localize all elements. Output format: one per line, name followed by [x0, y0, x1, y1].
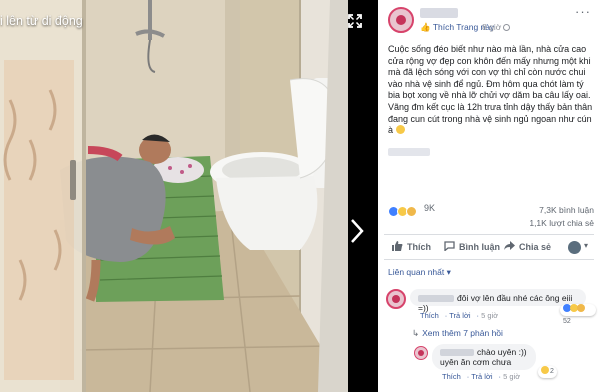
comment-reactions[interactable]: 52 [560, 304, 596, 325]
post-header: 👍 Thích Trang này 8 giờ ··· [378, 0, 600, 40]
post-panel: 👍 Thích Trang này 8 giờ ··· Cuộc sống đé… [378, 0, 600, 392]
comment-reply-link[interactable]: Trả lời [449, 311, 470, 320]
caption-text: Cuộc sống đéo biết như nào mà lần, nhà c… [388, 44, 593, 136]
comment-icon [444, 241, 455, 251]
page-name-blurred[interactable] [420, 8, 458, 18]
like-button[interactable]: Thích [392, 241, 431, 252]
comment-button[interactable]: Bình luận [444, 241, 500, 252]
shares-count[interactable]: 1,1K lượt chia sẻ [529, 218, 594, 228]
comment-reaction-count: 52 [563, 318, 571, 325]
post-stats: 9K 7,3K bình luận 1,1K lượt chia sẻ [388, 203, 594, 229]
comments-count[interactable]: 7,3K bình luận [539, 205, 594, 215]
haha-reaction-icon [541, 366, 549, 374]
view-more-replies-link[interactable]: ↳ Xem thêm 7 phản hồi [412, 328, 503, 339]
post-timestamp[interactable]: 8 giờ [482, 22, 511, 32]
chevron-down-icon[interactable]: ▾ [584, 241, 588, 250]
more-options-icon[interactable]: ··· [575, 4, 591, 19]
comment-like-link[interactable]: Thích [420, 311, 439, 320]
comment-time[interactable]: 5 giờ [481, 311, 498, 320]
commenter-name-blurred[interactable] [418, 295, 454, 302]
comment-button-label: Bình luận [459, 242, 500, 252]
caption-blurred-text [388, 148, 430, 156]
comment-sort-dropdown[interactable]: Liên quan nhất ▾ [388, 267, 451, 278]
reactions-count[interactable]: 9K [424, 203, 435, 213]
share-button[interactable]: Chia sẻ [504, 241, 551, 252]
album-label: i lên từ di động [0, 14, 83, 28]
sad-reaction-icon [577, 304, 585, 312]
comment-bubble: đôi vợ lên đầu nhé các ông eiii =)) [410, 289, 586, 313]
user-avatar[interactable] [568, 241, 581, 254]
reply-meta: Thích · Trả lời · 5 giờ [442, 372, 521, 381]
page-avatar[interactable] [388, 7, 414, 33]
share-icon [504, 241, 515, 250]
reply-like-link[interactable]: Thích [442, 372, 461, 381]
globe-icon [503, 24, 511, 31]
post-caption: Cuộc sống đéo biết như nào mà lần, nhà c… [388, 44, 594, 137]
post-photo[interactable] [0, 0, 348, 392]
comment-meta: Thích · Trả lời · 5 giờ [420, 311, 499, 320]
reaction-icons[interactable] [388, 203, 417, 218]
commenter-avatar[interactable] [386, 289, 406, 309]
chevron-right-icon[interactable] [350, 218, 364, 244]
reply-reactions[interactable]: 2 [538, 366, 557, 378]
replier-name-blurred[interactable] [440, 349, 474, 356]
share-button-label: Chia sẻ [519, 242, 552, 252]
expand-icon[interactable] [348, 14, 362, 28]
view-more-replies-label: Xem thêm 7 phản hồi [422, 328, 503, 338]
reply-reply-link[interactable]: Trả lời [471, 372, 492, 381]
sad-reaction-icon [406, 206, 417, 218]
thumbs-up-icon [392, 241, 403, 251]
replier-avatar[interactable] [414, 346, 428, 360]
post-actions: Thích Bình luận Chia sẻ ▾ [384, 234, 594, 260]
like-button-label: Thích [407, 242, 431, 252]
thumbs-up-icon: 👍 [420, 22, 431, 32]
reply-arrow-icon: ↳ [412, 328, 420, 338]
sad-face-icon [395, 125, 405, 135]
reply-bubble: chào uyên :)) uyên ăn cơm chưa [432, 344, 536, 370]
bathroom-photo-illustration [0, 0, 348, 392]
reply-time[interactable]: 5 giờ [503, 372, 520, 381]
post-time-label: 8 giờ [482, 22, 502, 32]
reply-reaction-count: 2 [549, 368, 554, 375]
photo-viewer: i lên từ di động [0, 0, 378, 392]
